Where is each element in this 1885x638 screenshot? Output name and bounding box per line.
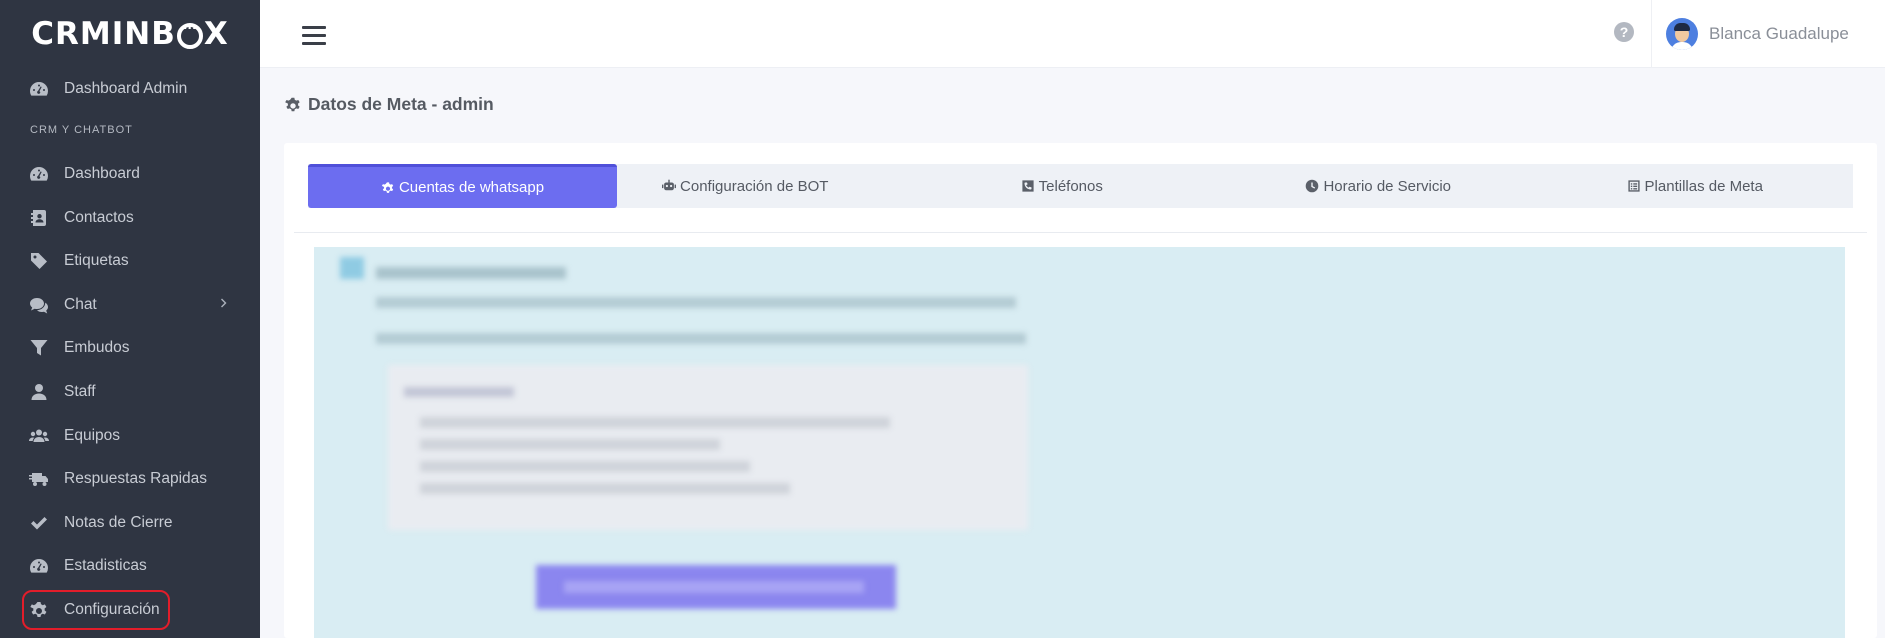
tab-configuracion-de-bot[interactable]: Configuración de BOT xyxy=(587,164,904,208)
sidebar-item-contactos[interactable]: Contactos xyxy=(0,200,260,236)
blurred-text-line xyxy=(420,483,790,494)
sidebar-item-notas-de-cierre[interactable]: Notas de Cierre xyxy=(0,505,260,541)
sidebar-item-label: Dashboard Admin xyxy=(64,80,188,97)
page-title: Datos de Meta - admin xyxy=(284,94,494,115)
main-card: Cuentas de whatsapp Configuración de BOT… xyxy=(284,143,1877,638)
blurred-text-line xyxy=(420,417,890,428)
sidebar-item-label: Notas de Cierre xyxy=(64,514,173,531)
blurred-heading xyxy=(376,267,566,279)
user-name: Blanca Guadalupe xyxy=(1709,24,1849,43)
sidebar-item-label: Chat xyxy=(64,296,97,313)
contact-card-icon xyxy=(28,207,50,229)
topbar xyxy=(260,0,1885,68)
tab-plantillas-de-meta[interactable]: Plantillas de Meta xyxy=(1537,164,1854,208)
divider xyxy=(294,232,1867,233)
tab-telefonos[interactable]: Teléfonos xyxy=(904,164,1221,208)
gear-icon xyxy=(381,181,394,193)
tab-bar: Cuentas de whatsapp Configuración de BOT… xyxy=(308,164,1853,208)
chevron-right-icon xyxy=(218,296,232,310)
sidebar-item-label: Equipos xyxy=(64,427,121,444)
dashboard-gauge-icon xyxy=(28,78,50,100)
list-alt-icon xyxy=(1627,180,1640,192)
dashboard-gauge-icon xyxy=(28,163,50,185)
logo-chat-bubble-icon xyxy=(176,18,203,49)
sidebar-item-etiquetas[interactable]: Etiquetas xyxy=(0,243,260,279)
blurred-text-line xyxy=(376,297,1016,308)
sidebar-section-label: CRM Y CHATBOT xyxy=(30,124,133,136)
logo-text-left: CRMINB xyxy=(31,16,176,52)
sidebar-item-respuestas-rapidas[interactable]: Respuestas Rapidas xyxy=(0,461,260,497)
gear-icon xyxy=(285,97,300,111)
users-icon xyxy=(28,425,50,447)
highlight-annotation xyxy=(22,590,170,630)
help-icon[interactable]: ? xyxy=(1614,22,1634,42)
tab-label: Horario de Servicio xyxy=(1323,177,1452,195)
user-icon xyxy=(28,381,50,403)
hamburger-menu-icon[interactable] xyxy=(302,26,326,48)
avatar xyxy=(1666,18,1698,50)
funnel-icon xyxy=(28,337,50,359)
blurred-button-text xyxy=(564,581,864,593)
sidebar-item-estadisticas[interactable]: Estadisticas xyxy=(0,548,260,584)
clock-icon xyxy=(1306,179,1319,193)
sidebar-item-label: Estadisticas xyxy=(64,557,147,574)
sidebar-item-dashboard[interactable]: Dashboard xyxy=(0,156,260,192)
tab-label: Configuración de BOT xyxy=(680,177,829,195)
sidebar-item-staff[interactable]: Staff xyxy=(0,374,260,410)
truck-fast-icon xyxy=(28,468,50,490)
sidebar-item-chat[interactable]: Chat xyxy=(0,287,260,323)
app-logo[interactable]: CRMINB X xyxy=(0,0,260,68)
comments-icon xyxy=(28,294,50,316)
sidebar-item-label: Etiquetas xyxy=(64,252,129,269)
info-panel-blurred xyxy=(314,247,1845,638)
sidebar-item-label: Contactos xyxy=(64,209,134,226)
sidebar-item-label: Staff xyxy=(64,383,96,400)
user-menu[interactable]: Blanca Guadalupe xyxy=(1651,0,1885,68)
tab-cuentas-de-whatsapp[interactable]: Cuentas de whatsapp xyxy=(308,164,617,208)
tag-icon xyxy=(28,250,50,272)
blurred-text-line xyxy=(420,439,720,450)
logo-text-right: X xyxy=(203,16,229,52)
tab-horario-de-servicio[interactable]: Horario de Servicio xyxy=(1220,164,1537,208)
sidebar: CRMINB X Dashboard Admin CRM Y CHATBOT Da… xyxy=(0,0,260,638)
sidebar-item-dashboard-admin[interactable]: Dashboard Admin xyxy=(0,71,260,107)
sidebar-item-embudos[interactable]: Embudos xyxy=(0,330,260,366)
check-icon xyxy=(28,512,50,534)
blurred-text-line xyxy=(376,333,1026,344)
sidebar-item-equipos[interactable]: Equipos xyxy=(0,418,260,454)
dashboard-gauge-icon xyxy=(28,555,50,577)
sidebar-item-label: Dashboard xyxy=(64,165,140,182)
phone-square-icon xyxy=(1022,180,1034,192)
blurred-text-line xyxy=(404,387,514,397)
tab-label: Cuentas de whatsapp xyxy=(398,179,545,196)
robot-icon xyxy=(662,179,677,191)
sidebar-item-label: Embudos xyxy=(64,339,130,356)
sidebar-item-label: Respuestas Rapidas xyxy=(64,470,208,487)
tab-label: Teléfonos xyxy=(1038,177,1103,195)
tab-label: Plantillas de Meta xyxy=(1644,177,1763,195)
info-icon xyxy=(340,257,364,279)
page-title-text: Datos de Meta - admin xyxy=(308,94,494,114)
blurred-text-line xyxy=(420,461,750,472)
